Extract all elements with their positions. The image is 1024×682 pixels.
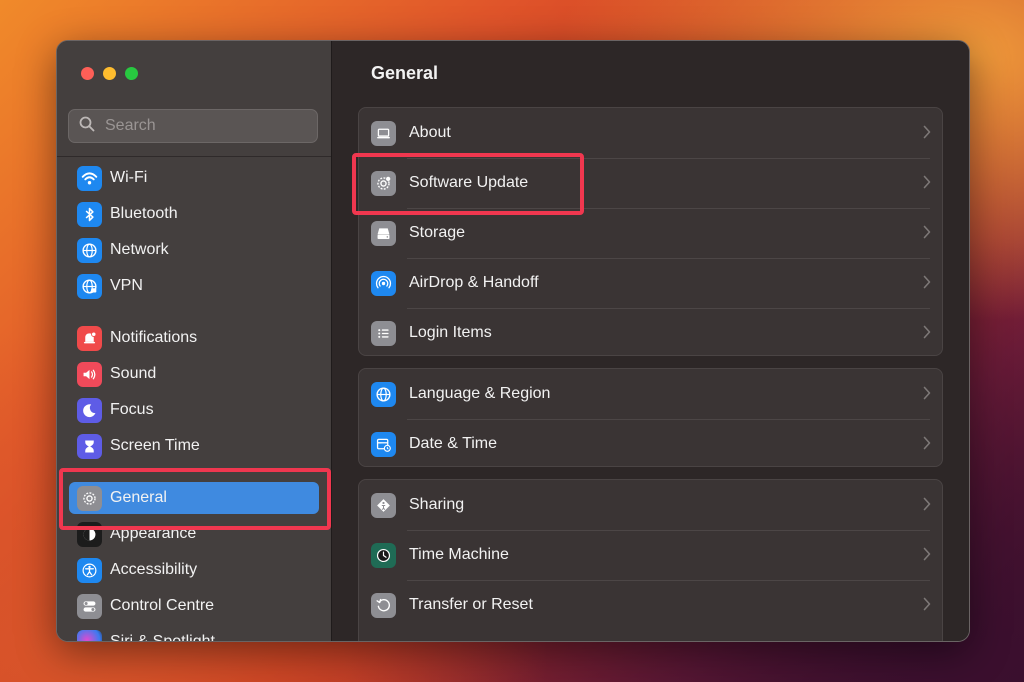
chevron-right-icon bbox=[923, 436, 931, 450]
chevron-right-icon bbox=[923, 125, 931, 139]
row-transfer-reset[interactable]: Transfer or Reset bbox=[359, 580, 942, 630]
toggles-icon bbox=[77, 593, 102, 619]
drive-icon bbox=[371, 220, 396, 246]
chevron-right-icon bbox=[923, 325, 931, 339]
sidebar: Wi-Fi Bluetooth Network VPN bbox=[57, 41, 332, 641]
sidebar-item-label: Wi-Fi bbox=[110, 169, 148, 186]
accessibility-icon bbox=[77, 557, 102, 583]
sidebar-item-notifications[interactable]: Notifications bbox=[69, 322, 319, 354]
sidebar-item-label: Screen Time bbox=[110, 437, 200, 454]
sidebar-item-label: Control Centre bbox=[110, 597, 215, 614]
chevron-right-icon bbox=[923, 597, 931, 611]
search-box[interactable] bbox=[68, 109, 318, 143]
laptop-icon bbox=[371, 120, 396, 146]
sidebar-item-label: General bbox=[110, 489, 167, 506]
row-label: Software Update bbox=[409, 174, 529, 191]
row-sharing[interactable]: Sharing bbox=[359, 480, 942, 530]
moon-icon bbox=[77, 397, 102, 423]
row-login-items[interactable]: Login Items bbox=[359, 308, 942, 355]
chevron-right-icon bbox=[923, 225, 931, 239]
sidebar-item-label: Accessibility bbox=[110, 561, 198, 578]
sidebar-item-label: VPN bbox=[110, 277, 143, 294]
sidebar-item-label: Notifications bbox=[110, 329, 198, 346]
row-label: Login Items bbox=[409, 324, 492, 341]
settings-group-region: Language & Region Date & Time bbox=[358, 368, 943, 467]
globe-icon bbox=[77, 237, 102, 263]
row-label: AirDrop & Handoff bbox=[409, 274, 539, 291]
row-time-machine[interactable]: Time Machine bbox=[359, 530, 942, 580]
sidebar-item-focus[interactable]: Focus bbox=[69, 394, 319, 426]
row-software-update[interactable]: Software Update bbox=[359, 158, 942, 208]
sidebar-item-vpn[interactable]: VPN bbox=[69, 270, 319, 302]
sharing-icon bbox=[371, 492, 396, 518]
calendar-clock-icon bbox=[371, 431, 396, 457]
page-title: General bbox=[371, 63, 439, 83]
row-airdrop-handoff[interactable]: AirDrop & Handoff bbox=[359, 258, 942, 308]
chevron-right-icon bbox=[923, 547, 931, 561]
search-icon bbox=[79, 116, 95, 137]
sidebar-item-label: Bluetooth bbox=[110, 205, 178, 222]
chevron-right-icon bbox=[923, 386, 931, 400]
sidebar-item-label: Sound bbox=[110, 365, 157, 382]
chevron-right-icon bbox=[923, 175, 931, 189]
vpn-globe-icon bbox=[77, 273, 102, 299]
sidebar-item-label: Siri & Spotlight bbox=[110, 633, 215, 641]
row-about[interactable]: About bbox=[359, 108, 942, 158]
globe-icon bbox=[371, 381, 396, 407]
row-label: Time Machine bbox=[409, 546, 509, 563]
list-icon bbox=[371, 320, 396, 346]
row-label: Storage bbox=[409, 224, 466, 241]
wifi-icon bbox=[77, 165, 102, 191]
time-machine-icon bbox=[371, 542, 396, 568]
row-label: About bbox=[409, 124, 451, 141]
close-button[interactable] bbox=[81, 67, 94, 80]
sidebar-item-label: Focus bbox=[110, 401, 154, 418]
sidebar-item-screen-time[interactable]: Screen Time bbox=[69, 430, 319, 462]
sidebar-item-label: Appearance bbox=[110, 525, 197, 542]
row-label: Transfer or Reset bbox=[409, 596, 533, 613]
row-language-region[interactable]: Language & Region bbox=[359, 369, 942, 419]
appearance-icon bbox=[77, 521, 102, 547]
sidebar-item-appearance[interactable]: Appearance bbox=[69, 518, 319, 550]
settings-window: Wi-Fi Bluetooth Network VPN bbox=[56, 40, 970, 642]
sidebar-item-control-centre[interactable]: Control Centre bbox=[69, 590, 319, 622]
sidebar-divider bbox=[57, 156, 331, 157]
bluetooth-icon bbox=[77, 201, 102, 227]
row-label: Date & Time bbox=[409, 435, 498, 452]
reset-icon bbox=[371, 592, 396, 618]
search-input[interactable] bbox=[103, 116, 307, 136]
bell-icon bbox=[77, 325, 102, 351]
sidebar-item-sound[interactable]: Sound bbox=[69, 358, 319, 390]
settings-group-system: About Software Update Storage AirDrop & … bbox=[358, 107, 943, 356]
sidebar-item-siri-spotlight[interactable]: Siri & Spotlight bbox=[69, 626, 319, 641]
siri-icon bbox=[77, 629, 102, 641]
row-date-time[interactable]: Date & Time bbox=[359, 419, 942, 466]
gear-badge-icon bbox=[371, 170, 396, 196]
chevron-right-icon bbox=[923, 275, 931, 289]
sidebar-item-general[interactable]: General bbox=[69, 482, 319, 514]
main-pane: General About Software Update Storage Ai… bbox=[332, 41, 969, 641]
chevron-right-icon bbox=[923, 497, 931, 511]
sidebar-item-bluetooth[interactable]: Bluetooth bbox=[69, 198, 319, 230]
hourglass-icon bbox=[77, 433, 102, 459]
row-storage[interactable]: Storage bbox=[359, 208, 942, 258]
row-label: Sharing bbox=[409, 496, 465, 513]
traffic-lights bbox=[81, 67, 138, 80]
sidebar-item-accessibility[interactable]: Accessibility bbox=[69, 554, 319, 586]
speaker-icon bbox=[77, 361, 102, 387]
gear-icon bbox=[77, 485, 102, 511]
airdrop-icon bbox=[371, 270, 396, 296]
sidebar-item-wifi[interactable]: Wi-Fi bbox=[69, 162, 319, 194]
settings-group-sharing: Sharing Time Machine Transfer or Reset bbox=[358, 479, 943, 641]
sidebar-item-network[interactable]: Network bbox=[69, 234, 319, 266]
row-label: Language & Region bbox=[409, 385, 551, 402]
zoom-button[interactable] bbox=[125, 67, 138, 80]
sidebar-item-label: Network bbox=[110, 241, 169, 258]
minimize-button[interactable] bbox=[103, 67, 116, 80]
